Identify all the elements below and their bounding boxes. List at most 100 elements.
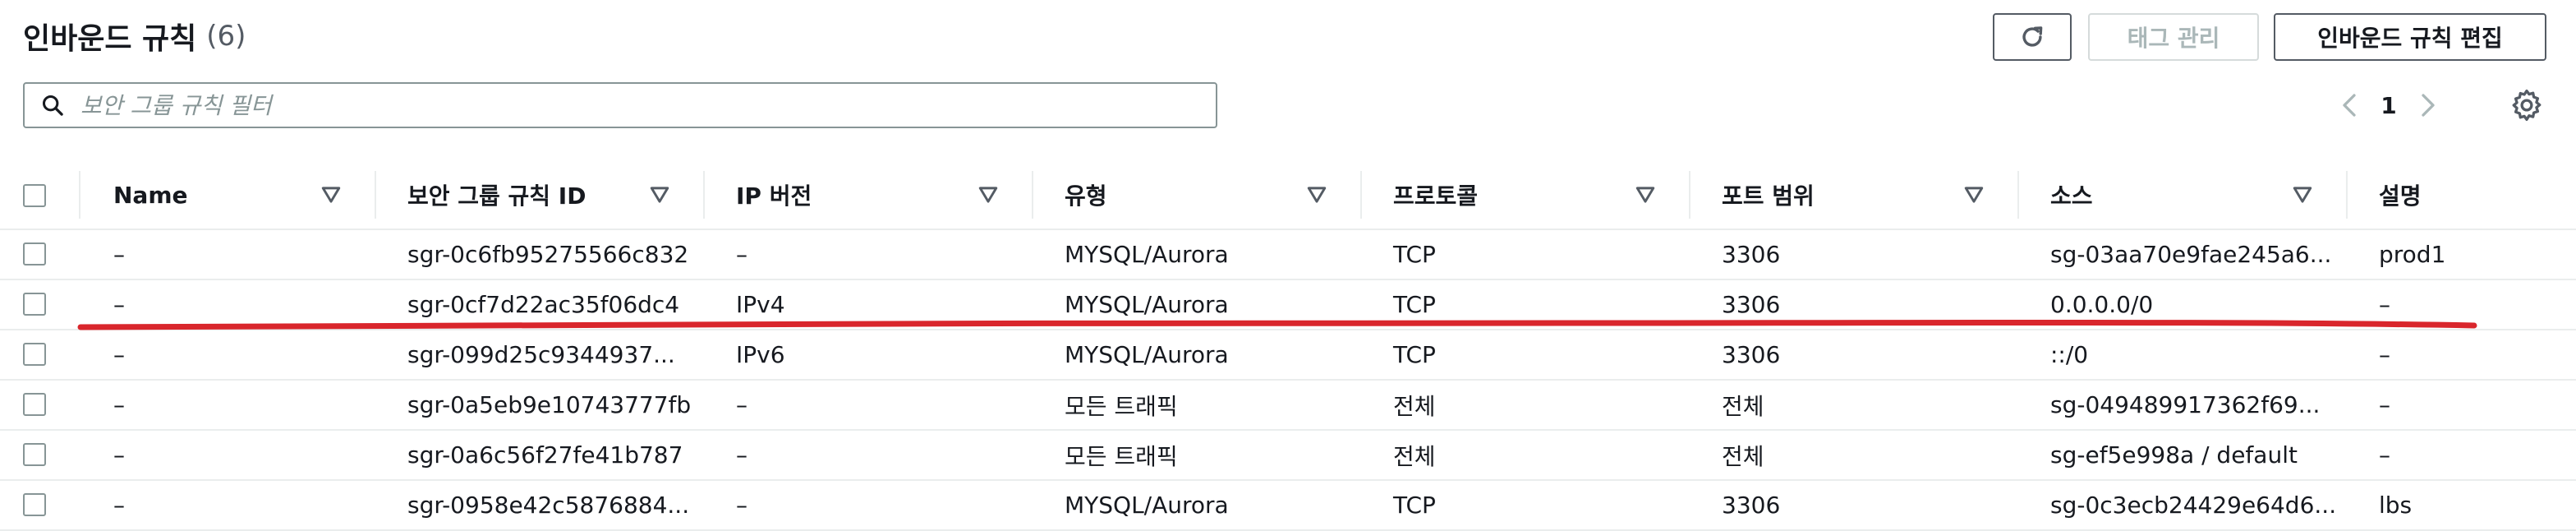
cell-ip-version: IPv6	[736, 341, 785, 368]
cell-source[interactable]: sg-03aa70e9fae245a6...	[2050, 230, 2331, 279]
sort-down-icon[interactable]	[320, 184, 342, 205]
column-header-port-range[interactable]: 포트 범위	[1722, 161, 2003, 229]
column-divider	[2017, 171, 2019, 219]
cell-source[interactable]: ::/0	[2050, 330, 2088, 379]
column-header-label: IP 버전	[736, 182, 812, 210]
cell-ip-version: –	[736, 441, 748, 469]
table-row[interactable]: – sgr-0c6fb95275566c832 – MYSQL/Aurora T…	[0, 230, 2576, 280]
cell-name: –	[113, 391, 125, 418]
cell-type: 모든 트래픽	[1065, 392, 1178, 420]
column-divider	[1689, 171, 1690, 219]
table-row[interactable]: – sgr-0a5eb9e10743777fb – 모든 트래픽 전체 전체 s…	[0, 381, 2576, 431]
cell-name: –	[113, 291, 125, 318]
cell-type: MYSQL/Aurora	[1065, 291, 1229, 318]
cell-description: –	[2379, 291, 2390, 318]
cell-description: –	[2379, 441, 2390, 469]
cell-type: 모든 트래픽	[1065, 442, 1178, 470]
cell-port-range: 3306	[1722, 291, 1781, 318]
cell-protocol: TCP	[1393, 291, 1436, 318]
cell-name: –	[113, 241, 125, 268]
cell-type: MYSQL/Aurora	[1065, 492, 1229, 519]
cell-description: lbs	[2379, 492, 2413, 519]
column-header-rule-id[interactable]: 보안 그룹 규칙 ID	[407, 161, 688, 229]
search-icon	[42, 95, 63, 116]
sort-down-icon[interactable]	[649, 184, 670, 205]
column-header-type[interactable]: 유형	[1065, 161, 1346, 229]
table-row[interactable]: – sgr-0a6c56f27fe41b787 – 모든 트래픽 전체 전체 s…	[0, 431, 2576, 481]
sort-down-icon[interactable]	[978, 184, 999, 205]
cell-port-range: 3306	[1722, 241, 1781, 268]
sort-down-icon[interactable]	[2292, 184, 2313, 205]
cell-rule-id[interactable]: sgr-0c6fb95275566c832	[407, 230, 688, 279]
chevron-right-icon[interactable]	[2412, 89, 2445, 122]
cell-rule-id[interactable]: sgr-0958e42c5876884...	[407, 481, 689, 529]
cell-ip-version: –	[736, 492, 748, 519]
rule-filter-search[interactable]	[23, 82, 1217, 128]
cell-description: –	[2379, 391, 2390, 418]
row-checkbox[interactable]	[23, 242, 46, 266]
cell-protocol: TCP	[1393, 341, 1436, 368]
row-checkbox[interactable]	[23, 293, 46, 316]
refresh-button[interactable]	[1993, 13, 2072, 61]
cell-source[interactable]: 0.0.0.0/0	[2050, 280, 2153, 329]
row-checkbox[interactable]	[23, 493, 46, 516]
sort-down-icon[interactable]	[1306, 184, 1327, 205]
panel-header: 인바운드 규칙 (6)	[23, 15, 246, 58]
cell-source[interactable]: sg-ef5e998a / default	[2050, 431, 2298, 479]
cell-ip-version: –	[736, 241, 748, 268]
column-divider	[1360, 171, 1362, 219]
column-header-name[interactable]: Name	[113, 161, 360, 229]
cell-rule-id[interactable]: sgr-0a5eb9e10743777fb	[407, 381, 691, 429]
cell-protocol: 전체	[1393, 392, 1436, 420]
row-checkbox[interactable]	[23, 443, 46, 466]
sort-down-icon[interactable]	[1635, 184, 1656, 205]
column-header-label: 프로토콜	[1393, 182, 1479, 210]
column-divider	[2346, 171, 2348, 219]
table-row[interactable]: – sgr-099d25c9344937... IPv6 MYSQL/Auror…	[0, 330, 2576, 381]
cell-protocol: TCP	[1393, 492, 1436, 519]
sort-down-icon[interactable]	[1963, 184, 1985, 205]
row-checkbox[interactable]	[23, 393, 46, 416]
table-row[interactable]: – sgr-0cf7d22ac35f06dc4 IPv4 MYSQL/Auror…	[0, 280, 2576, 330]
column-header-label: 보안 그룹 규칙 ID	[407, 182, 586, 210]
table-header: Name 보안 그룹 규칙 ID IP 버전 유형 프로토콜 포트 범위 소스 …	[0, 161, 2576, 230]
row-checkbox[interactable]	[23, 343, 46, 366]
cell-description: –	[2379, 341, 2390, 368]
cell-port-range: 전체	[1722, 442, 1764, 470]
column-header-label: 유형	[1065, 182, 1107, 210]
cell-rule-id[interactable]: sgr-0a6c56f27fe41b787	[407, 431, 683, 479]
column-header-protocol[interactable]: 프로토콜	[1393, 161, 1674, 229]
pagination: 1	[2333, 82, 2445, 128]
refresh-icon	[2022, 26, 2043, 47]
manage-tags-button[interactable]: 태그 관리	[2088, 13, 2259, 61]
cell-type: MYSQL/Aurora	[1065, 241, 1229, 268]
cell-name: –	[113, 341, 125, 368]
cell-protocol: TCP	[1393, 241, 1436, 268]
table-row[interactable]: – sgr-0958e42c5876884... – MYSQL/Aurora …	[0, 481, 2576, 531]
cell-port-range: 전체	[1722, 392, 1764, 420]
cell-port-range: 3306	[1722, 341, 1781, 368]
cell-rule-id[interactable]: sgr-099d25c9344937...	[407, 330, 675, 379]
column-header-source[interactable]: 소스	[2050, 161, 2331, 229]
panel-title: 인바운드 규칙	[23, 22, 197, 56]
cell-source[interactable]: sg-0c3ecb24429e64d6...	[2050, 481, 2336, 529]
cell-source[interactable]: sg-049489917362f69...	[2050, 381, 2320, 429]
column-header-label: 포트 범위	[1722, 182, 1815, 210]
chevron-left-icon[interactable]	[2333, 89, 2366, 122]
edit-inbound-rules-button[interactable]: 인바운드 규칙 편집	[2274, 13, 2546, 61]
gear-icon[interactable]	[2509, 87, 2545, 123]
cell-protocol: 전체	[1393, 442, 1436, 470]
cell-description: prod1	[2379, 241, 2446, 268]
column-divider	[375, 171, 376, 219]
column-header-description[interactable]: 설명	[2379, 161, 2543, 229]
cell-ip-version: IPv4	[736, 291, 785, 318]
cell-ip-version: –	[736, 391, 748, 418]
column-header-label: Name	[113, 181, 188, 209]
cell-rule-id[interactable]: sgr-0cf7d22ac35f06dc4	[407, 280, 679, 329]
column-divider	[703, 171, 705, 219]
column-header-ip-version[interactable]: IP 버전	[736, 161, 1017, 229]
search-input[interactable]	[79, 90, 1216, 120]
current-page-number[interactable]: 1	[2366, 92, 2412, 119]
select-all-checkbox[interactable]	[23, 184, 46, 207]
cell-type: MYSQL/Aurora	[1065, 341, 1229, 368]
